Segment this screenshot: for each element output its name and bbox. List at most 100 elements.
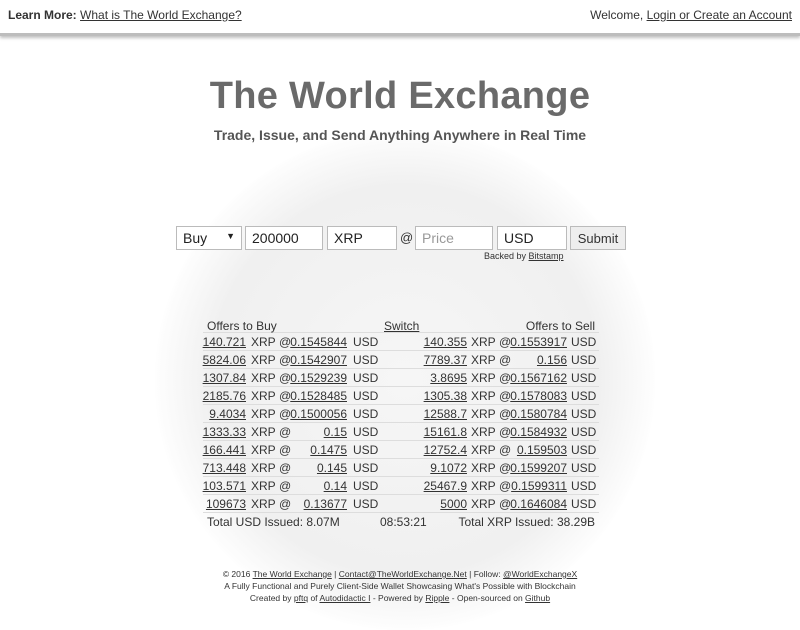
buy-amount[interactable]: 9.4034	[209, 407, 246, 421]
buy-amount[interactable]: 103.571	[203, 479, 246, 493]
buy-amount[interactable]: 1333.33	[203, 425, 246, 439]
sell-unit: USD	[571, 335, 597, 349]
what-is-link[interactable]: What is The World Exchange?	[80, 8, 242, 22]
sell-price[interactable]: 0.1646084	[510, 497, 567, 511]
buy-amount[interactable]: 5824.06	[203, 353, 246, 367]
sell-currency: XRP	[471, 461, 496, 475]
sell-currency: XRP	[471, 425, 496, 439]
sell-amount[interactable]: 12588.7	[424, 407, 467, 421]
author-link[interactable]: pftq	[294, 593, 308, 603]
company-link[interactable]: Autodidactic I	[319, 593, 370, 603]
backed-by: Backed by Bitstamp	[484, 251, 564, 261]
submit-button[interactable]: Submit	[570, 226, 626, 250]
sell-currency: XRP	[471, 497, 496, 511]
buy-amount[interactable]: 2185.76	[203, 389, 246, 403]
follow-label: | Follow:	[469, 569, 501, 579]
sell-price[interactable]: 0.1584932	[510, 425, 567, 439]
price-input[interactable]: Price	[415, 226, 493, 250]
sell-amount[interactable]: 15161.8	[424, 425, 467, 439]
github-link[interactable]: Github	[525, 593, 550, 603]
sell-amount[interactable]: 1305.38	[424, 389, 467, 403]
buy-amount[interactable]: 109673	[206, 497, 246, 511]
buy-unit: USD	[353, 479, 379, 493]
order-book-header: Offers to Buy Switch Offers to Sell	[203, 317, 599, 333]
buy-price[interactable]: 0.1500056	[290, 407, 347, 421]
sell-unit: USD	[571, 497, 597, 511]
table-row: 1333.33 XRP @0.15 USD 15161.8 XRP @0.1584932 US…	[203, 423, 599, 441]
sell-at: @	[499, 443, 512, 457]
sell-amount[interactable]: 140.355	[424, 335, 467, 349]
sell-amount[interactable]: 7789.37	[424, 353, 467, 367]
buy-unit: USD	[353, 335, 379, 349]
quote-currency-input[interactable]: USD	[497, 226, 567, 250]
buy-price[interactable]: 0.1528485	[290, 389, 347, 403]
sell-price[interactable]: 0.1580784	[510, 407, 567, 421]
sell-at: @	[499, 479, 512, 493]
sell-unit: USD	[571, 407, 597, 421]
buy-amount[interactable]: 166.441	[203, 443, 246, 457]
buy-price[interactable]: 0.1475	[310, 443, 347, 457]
buy-unit: USD	[353, 371, 379, 385]
sell-unit: USD	[571, 479, 597, 493]
ripple-link[interactable]: Ripple	[425, 593, 449, 603]
order-book: Offers to Buy Switch Offers to Sell 140.…	[203, 317, 599, 529]
amount-input[interactable]: 200000	[245, 226, 323, 250]
sell-amount[interactable]: 3.8695	[430, 371, 467, 385]
buy-amount[interactable]: 1307.84	[203, 371, 246, 385]
table-row: 5824.06 XRP @0.1542907 USD 7789.37 XRP @0.156 U…	[203, 351, 599, 369]
contact-link[interactable]: Contact@TheWorldExchange.Net	[339, 569, 467, 579]
buy-unit: USD	[353, 425, 379, 439]
buy-price[interactable]: 0.1545844	[290, 335, 347, 349]
sell-price[interactable]: 0.156	[537, 353, 567, 367]
sell-price[interactable]: 0.1553917	[510, 335, 567, 349]
total-xrp-issued: Total XRP Issued: 38.29B	[458, 515, 595, 529]
switch-link[interactable]: Switch	[384, 319, 419, 333]
buy-price[interactable]: 0.15	[324, 425, 347, 439]
buy-currency: XRP	[251, 407, 276, 421]
sell-header: Offers to Sell	[525, 319, 595, 333]
twitter-link[interactable]: @WorldExchangeX	[503, 569, 577, 579]
sell-price[interactable]: 0.1599207	[510, 461, 567, 475]
sell-amount[interactable]: 5000	[440, 497, 467, 511]
order-rows: 140.721 XRP @0.1545844 USD 140.355 XRP @0.1553…	[203, 333, 599, 513]
footer: © 2016 The World Exchange | Contact@TheW…	[0, 568, 800, 604]
learn-more: Learn More: What is The World Exchange?	[8, 8, 242, 22]
buy-unit: USD	[353, 497, 379, 511]
sell-unit: USD	[571, 461, 597, 475]
sell-currency: XRP	[471, 371, 496, 385]
buy-price[interactable]: 0.145	[317, 461, 347, 475]
buy-amount[interactable]: 140.721	[203, 335, 246, 349]
base-currency-input[interactable]: XRP	[327, 226, 397, 250]
login-link[interactable]: Login or Create an Account	[647, 8, 792, 22]
sell-price[interactable]: 0.159503	[517, 443, 567, 457]
sell-amount[interactable]: 9.1072	[430, 461, 467, 475]
account-area: Welcome, Login or Create an Account	[590, 8, 792, 22]
backed-by-label: Backed by	[484, 251, 527, 261]
site-link[interactable]: The World Exchange	[253, 569, 332, 579]
buy-price[interactable]: 0.14	[324, 479, 347, 493]
buy-currency: XRP	[251, 479, 276, 493]
sell-price[interactable]: 0.1567162	[510, 371, 567, 385]
bitstamp-link[interactable]: Bitstamp	[529, 251, 564, 261]
buy-price[interactable]: 0.1529239	[290, 371, 347, 385]
buy-currency: XRP	[251, 425, 276, 439]
powered-by-label: - Powered by	[372, 593, 423, 603]
of-label: of	[310, 593, 318, 603]
table-row: 140.721 XRP @0.1545844 USD 140.355 XRP @0.1553…	[203, 333, 599, 351]
sell-price[interactable]: 0.1599311	[511, 479, 567, 493]
footer-line-3: Created by pftq of Autodidactic I - Powe…	[0, 592, 800, 604]
copyright: © 2016	[222, 569, 251, 579]
chevron-down-icon: ▼	[226, 231, 235, 241]
buy-currency: XRP	[251, 353, 276, 367]
sell-currency: XRP	[471, 479, 496, 493]
sell-amount[interactable]: 25467.9	[424, 479, 467, 493]
buy-price[interactable]: 0.1542907	[290, 353, 347, 367]
side-select[interactable]: Buy ▼	[176, 226, 242, 250]
buy-price[interactable]: 0.13677	[304, 497, 347, 511]
table-row: 166.441 XRP @0.1475 USD 12752.4 XRP @0.159503 U…	[203, 441, 599, 459]
sell-currency: XRP	[471, 443, 496, 457]
buy-amount[interactable]: 713.448	[203, 461, 246, 475]
sell-currency: XRP	[471, 407, 496, 421]
sell-price[interactable]: 0.1578083	[510, 389, 567, 403]
sell-amount[interactable]: 12752.4	[424, 443, 467, 457]
